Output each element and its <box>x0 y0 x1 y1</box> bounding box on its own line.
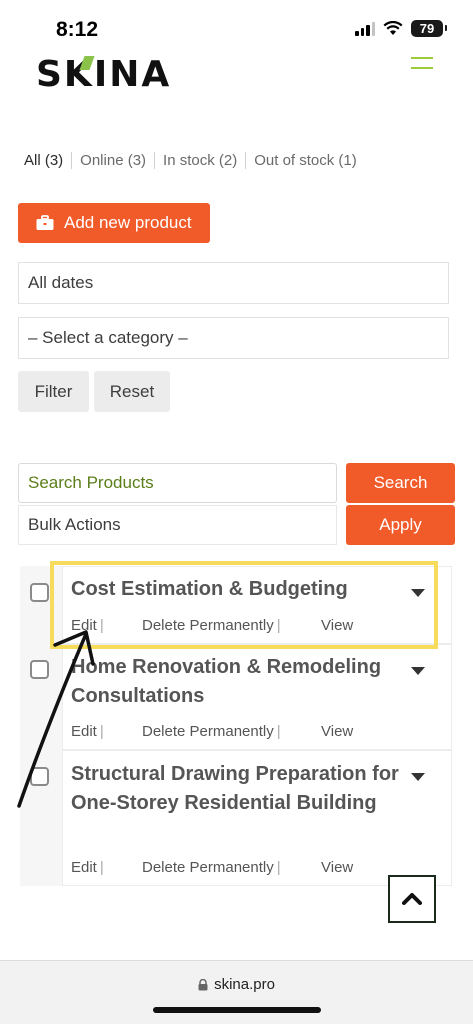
status-time: 8:12 <box>56 18 99 41</box>
separator: | <box>276 723 281 740</box>
edit-link[interactable]: Edit <box>71 723 97 740</box>
filter-out-of-stock[interactable]: Out of stock (1) <box>245 152 365 169</box>
add-new-product-label: Add new product <box>64 213 192 232</box>
chevron-up-icon <box>402 893 422 905</box>
delete-permanently-link[interactable]: Delete Permanently <box>142 723 274 740</box>
separator: | <box>99 859 104 876</box>
highlight-box-annotation <box>50 561 438 649</box>
status-icons: 79 <box>355 20 447 37</box>
row-checkbox[interactable] <box>30 583 49 602</box>
filter-online[interactable]: Online (3) <box>71 152 154 169</box>
edit-link[interactable]: Edit <box>71 859 97 876</box>
briefcase-icon <box>36 215 54 230</box>
filter-in-stock[interactable]: In stock (2) <box>154 152 245 169</box>
cellular-signal-icon <box>355 21 375 36</box>
apply-button[interactable]: Apply <box>346 505 455 545</box>
date-select[interactable]: All dates <box>18 262 449 304</box>
row-checkbox[interactable] <box>30 660 49 679</box>
status-filters: All (3) Online (3) In stock (2) Out of s… <box>24 152 365 169</box>
page: 8:12 79 SKINA All (3) Online (3) In stoc… <box>0 0 473 1024</box>
product-title[interactable]: Structural Drawing Preparation for One-S… <box>71 760 401 818</box>
caret-down-icon[interactable] <box>411 667 425 675</box>
search-input[interactable]: Search Products <box>18 463 337 503</box>
separator: | <box>99 723 104 740</box>
table-row: Home Renovation & Remodeling Consultatio… <box>62 644 452 750</box>
caret-down-icon[interactable] <box>411 773 425 781</box>
add-new-product-button[interactable]: Add new product <box>18 203 210 243</box>
row-checkbox[interactable] <box>30 767 49 786</box>
separator: | <box>276 859 281 876</box>
lock-icon <box>198 978 208 990</box>
battery-icon: 79 <box>411 20 447 37</box>
filter-button[interactable]: Filter <box>18 371 89 412</box>
browser-address-bar: skina.pro <box>0 960 473 1024</box>
scroll-to-top-button[interactable] <box>388 875 436 923</box>
search-button[interactable]: Search <box>346 463 455 503</box>
reset-button[interactable]: Reset <box>94 371 170 412</box>
filter-all[interactable]: All (3) <box>24 152 71 169</box>
address-field[interactable]: skina.pro <box>0 976 473 993</box>
view-link[interactable]: View <box>321 859 353 876</box>
home-indicator[interactable] <box>153 1007 321 1013</box>
category-select[interactable]: – Select a category – <box>18 317 449 359</box>
product-title[interactable]: Home Renovation & Remodeling Consultatio… <box>71 653 401 711</box>
menu-icon[interactable] <box>411 57 433 69</box>
url-text: skina.pro <box>214 976 275 993</box>
wifi-icon <box>383 21 403 35</box>
bulk-actions-select[interactable]: Bulk Actions <box>18 505 337 545</box>
delete-permanently-link[interactable]: Delete Permanently <box>142 859 274 876</box>
table-row: Structural Drawing Preparation for One-S… <box>62 750 452 886</box>
view-link[interactable]: View <box>321 723 353 740</box>
site-logo[interactable]: SKINA <box>36 54 171 95</box>
